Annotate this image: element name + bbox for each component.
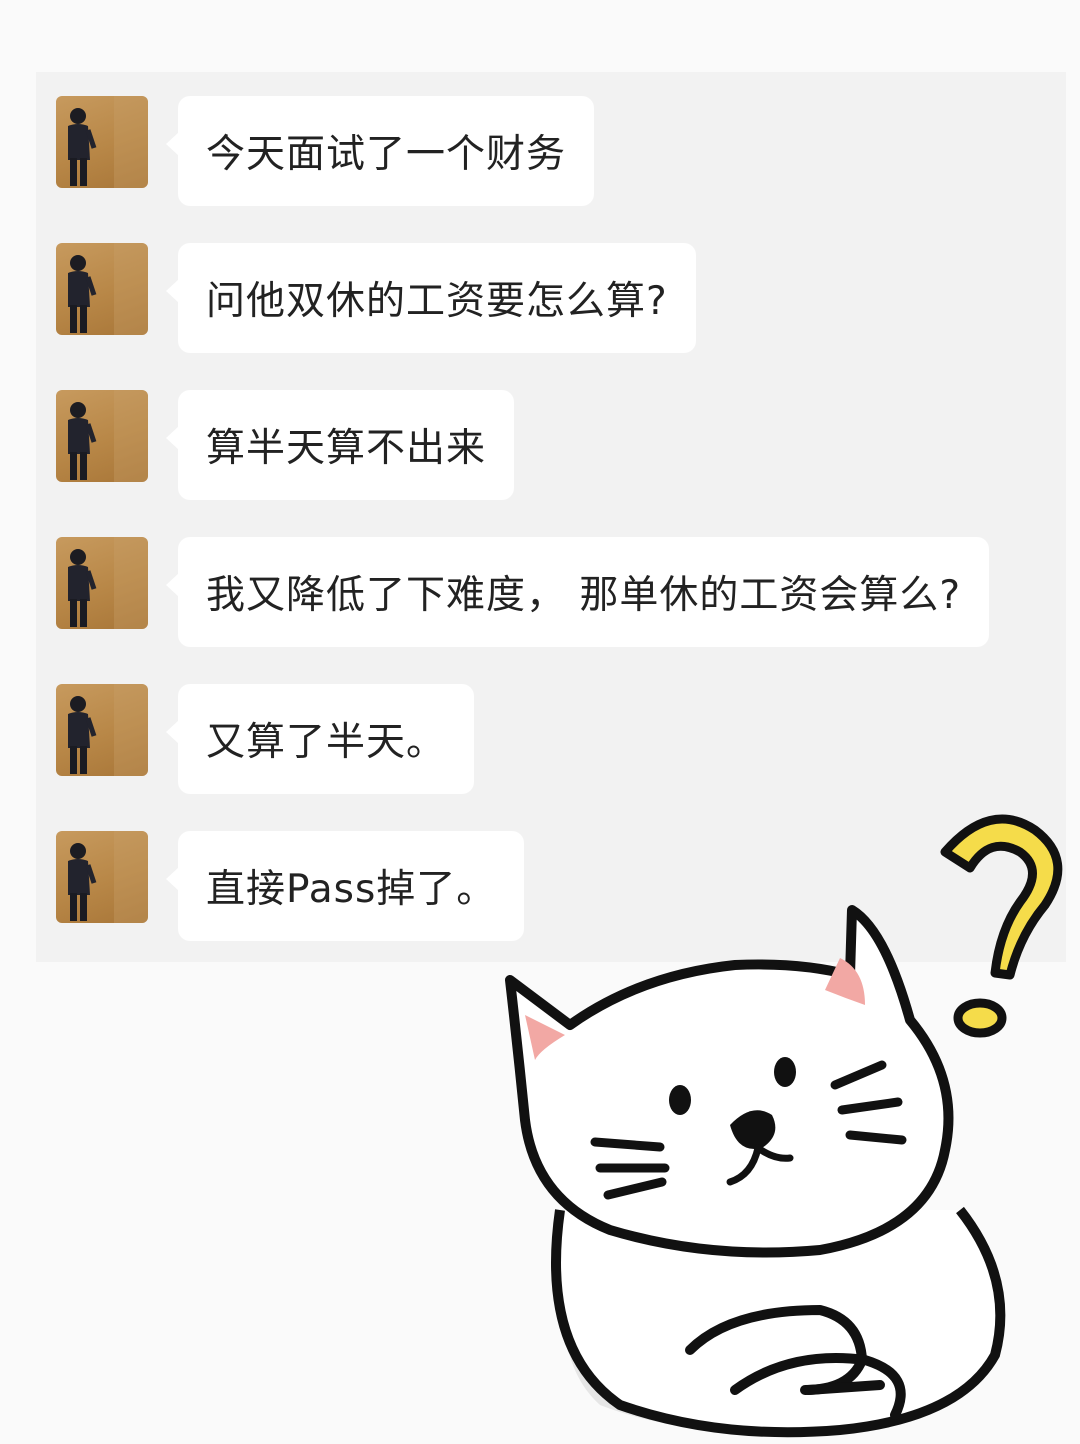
message-bubble[interactable]: 我又降低了下难度， 那单休的工资会算么? [165,537,990,647]
person-avatar-icon [68,243,148,335]
message-bubble[interactable]: 算半天算不出来 [165,390,515,500]
person-avatar-icon [68,96,148,188]
avatar[interactable] [56,243,148,335]
question-mark-icon [940,814,1063,1038]
person-avatar-icon [68,390,148,482]
confused-cat-icon [505,814,1063,1438]
avatar[interactable] [56,831,148,923]
person-avatar-icon [68,537,148,629]
person-avatar-icon [68,684,148,776]
message-bubble[interactable]: 今天面试了一个财务 [165,96,595,206]
avatar[interactable] [56,684,148,776]
message-bubble[interactable]: 直接Pass掉了。 [165,831,525,941]
avatar[interactable] [56,390,148,482]
person-avatar-icon [68,831,148,923]
message-bubble[interactable]: 又算了半天。 [165,684,475,794]
avatar[interactable] [56,537,148,629]
avatar[interactable] [56,96,148,188]
message-bubble[interactable]: 问他双休的工资要怎么算? [166,243,696,353]
cat-sticker [490,790,1080,1440]
